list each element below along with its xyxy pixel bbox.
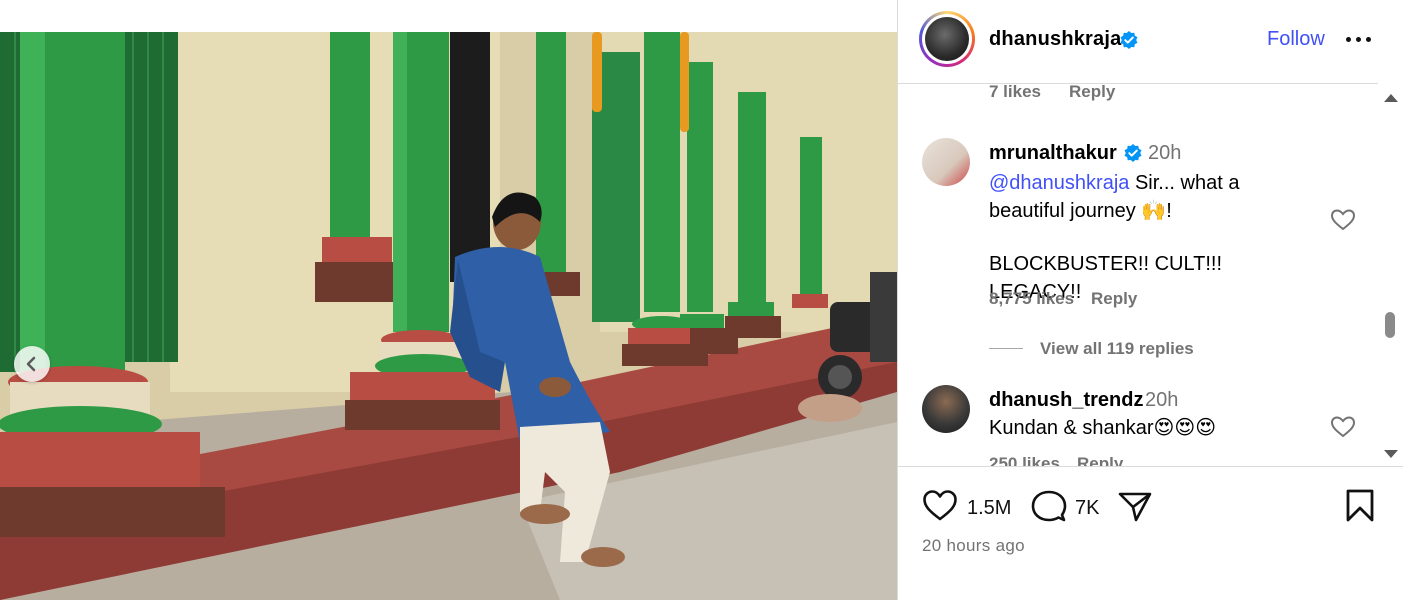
comment-text: Kundan & shankar😍😍😍 bbox=[989, 417, 1217, 439]
carousel-prev-button[interactable] bbox=[14, 346, 50, 382]
comment-username[interactable]: dhanush_trendz bbox=[989, 389, 1143, 412]
comment-likes[interactable]: 8,775 likes bbox=[989, 289, 1074, 309]
chevron-left-icon bbox=[26, 356, 36, 372]
media-top-strip bbox=[0, 0, 897, 32]
scroll-down-arrow-icon[interactable] bbox=[1384, 450, 1398, 458]
author-avatar[interactable] bbox=[919, 11, 975, 67]
comment-username[interactable]: mrunalthakur bbox=[989, 142, 1117, 165]
more-options-button[interactable] bbox=[1346, 34, 1372, 46]
post-actions-footer: 1.5M 7K 20 hours ago bbox=[898, 466, 1403, 600]
likes-count[interactable]: 1.5M bbox=[967, 497, 1011, 520]
post-photo-illustration bbox=[0, 32, 897, 600]
prev-comment-reply[interactable]: Reply bbox=[1069, 84, 1115, 102]
verified-badge-icon bbox=[1124, 144, 1142, 162]
comment-time: 20h bbox=[1148, 142, 1182, 164]
comment-text-line1: Sir... what a bbox=[1129, 172, 1240, 194]
comment-likes[interactable]: 250 likes bbox=[989, 454, 1060, 466]
scroll-thumb[interactable] bbox=[1385, 312, 1395, 338]
comment-bubble-icon[interactable] bbox=[1031, 489, 1067, 523]
comments-list: 7 likes Reply mrunalthakur 20h @dhanushk… bbox=[898, 84, 1378, 466]
bookmark-icon[interactable] bbox=[1345, 489, 1375, 523]
ellipsis-dot bbox=[1356, 37, 1361, 42]
post-photo bbox=[0, 32, 897, 600]
comment-like-heart-icon[interactable] bbox=[1330, 208, 1356, 232]
verified-badge-icon bbox=[1120, 31, 1138, 49]
comment-text-line2: beautiful journey 🙌! bbox=[989, 200, 1172, 222]
comments-scrollbar[interactable] bbox=[1378, 84, 1403, 466]
ellipsis-dot bbox=[1366, 37, 1371, 42]
author-username[interactable]: dhanushkraja bbox=[989, 28, 1121, 51]
follow-button[interactable]: Follow bbox=[1267, 28, 1325, 51]
view-replies-link[interactable]: View all 119 replies bbox=[1040, 339, 1194, 359]
prev-comment-likes[interactable]: 7 likes bbox=[989, 84, 1041, 102]
post-header: dhanushkraja Follow bbox=[898, 0, 1378, 84]
comment-reply[interactable]: Reply bbox=[1091, 289, 1137, 309]
comment-mention[interactable]: @dhanushkraja bbox=[989, 172, 1129, 194]
post-side-panel: dhanushkraja Follow 7 likes Reply mrunal… bbox=[897, 0, 1403, 600]
comment-avatar[interactable] bbox=[922, 138, 970, 186]
post-time-ago[interactable]: 20 hours ago bbox=[922, 536, 1025, 556]
ellipsis-icon bbox=[1346, 37, 1351, 42]
heart-icon[interactable] bbox=[922, 489, 958, 523]
comment-reply[interactable]: Reply bbox=[1077, 454, 1123, 466]
comment-text: @dhanushkraja Sir... what a beautiful jo… bbox=[989, 169, 1319, 306]
replies-divider bbox=[989, 348, 1023, 349]
comment-like-heart-icon[interactable] bbox=[1330, 415, 1356, 439]
comment-time: 20h bbox=[1145, 389, 1179, 411]
paper-plane-icon[interactable] bbox=[1117, 490, 1153, 524]
comments-count[interactable]: 7K bbox=[1075, 497, 1099, 520]
scroll-up-arrow-icon[interactable] bbox=[1384, 94, 1398, 102]
comment-avatar[interactable] bbox=[922, 385, 970, 433]
